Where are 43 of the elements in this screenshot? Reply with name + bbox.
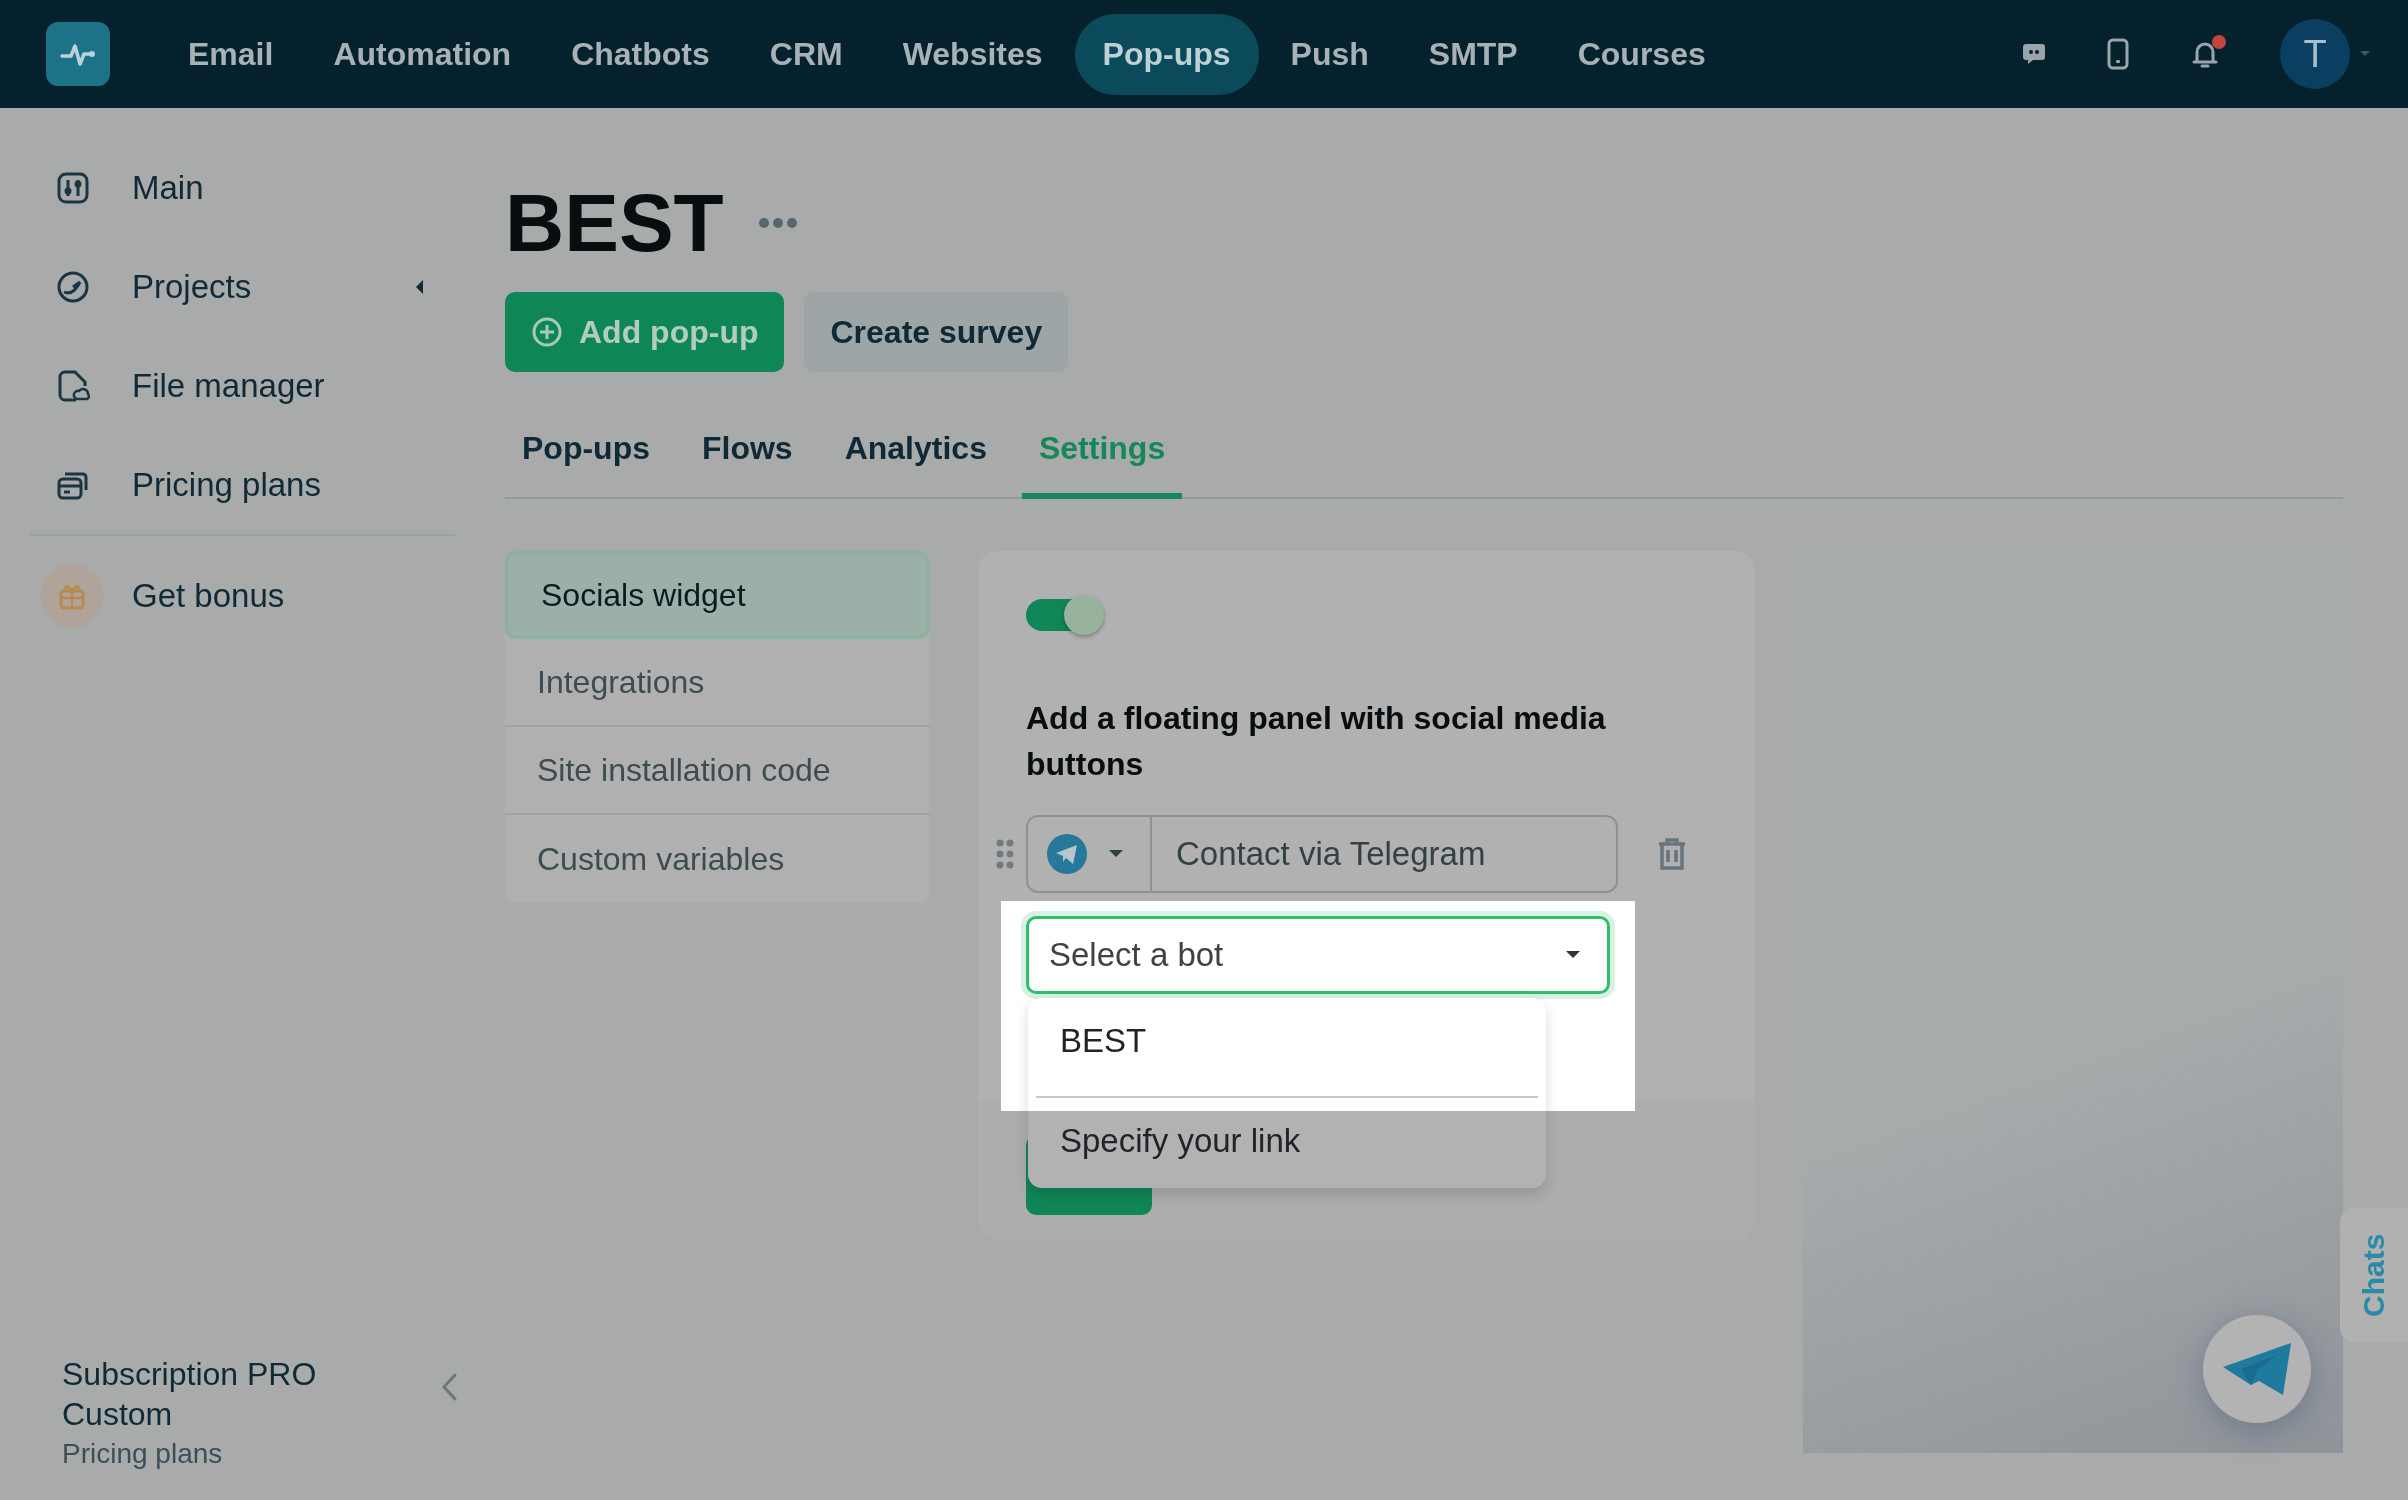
nav-link[interactable]: Courses xyxy=(1549,13,1734,95)
button-text-field[interactable]: Contact via Telegram xyxy=(1152,815,1618,893)
sidebar-item[interactable]: Main xyxy=(30,138,458,237)
pricing-link[interactable]: Pricing plans xyxy=(62,1438,362,1470)
sidebar-item[interactable]: Pricing plans xyxy=(30,435,458,534)
avatar[interactable]: T xyxy=(2280,19,2350,89)
caret-icon xyxy=(1565,950,1581,960)
nav-link[interactable]: SMTP xyxy=(1400,13,1546,95)
tab[interactable]: Pop-ups xyxy=(505,412,667,499)
page-title: BEST xyxy=(505,176,724,270)
nav-link[interactable]: Push xyxy=(1262,13,1397,95)
sidebar-item[interactable]: File manager xyxy=(30,336,458,435)
network-picker[interactable] xyxy=(1026,815,1152,893)
widget-heading: Add a floating panel with social media buttons xyxy=(1026,699,1607,784)
plan-name: Subscription PRO Custom xyxy=(62,1355,318,1434)
phone-icon[interactable] xyxy=(2106,38,2130,70)
sidebar-item[interactable]: Projects xyxy=(30,237,458,336)
nav-link[interactable]: Automation xyxy=(305,13,540,95)
chevron-left-icon[interactable] xyxy=(440,1372,458,1402)
nav-link[interactable]: CRM xyxy=(741,13,871,95)
tab[interactable]: Analytics xyxy=(827,412,1004,499)
caret-icon xyxy=(1108,849,1124,859)
paper-plane-icon xyxy=(2221,1341,2293,1397)
paper-plane-icon xyxy=(1046,833,1088,875)
drag-handle-icon[interactable] xyxy=(996,839,1014,869)
trash-icon[interactable] xyxy=(1656,836,1688,872)
settings-menu-item[interactable]: Socials widget xyxy=(505,551,930,639)
nav-link[interactable]: Email xyxy=(160,13,302,95)
nav-link[interactable]: Chatbots xyxy=(543,13,738,95)
more-icon[interactable] xyxy=(757,217,798,229)
chart-circle-icon xyxy=(56,269,90,304)
sliders-icon xyxy=(56,170,90,205)
logo-icon[interactable] xyxy=(46,22,110,86)
nav-link[interactable]: Pop-ups xyxy=(1074,13,1259,95)
bonus-link[interactable]: Get bonus xyxy=(30,546,458,645)
plus-circle-icon xyxy=(531,316,563,348)
survey-button[interactable]: Create survey xyxy=(804,292,1069,372)
caret-icon[interactable] xyxy=(414,278,424,295)
dropdown-option[interactable]: BEST xyxy=(1036,998,1538,1084)
dropdown-option[interactable]: Specify your link xyxy=(1036,1098,1538,1184)
nav-link[interactable]: Websites xyxy=(874,13,1071,95)
file-cloud-icon xyxy=(56,368,90,403)
tab[interactable]: Flows xyxy=(685,412,810,499)
